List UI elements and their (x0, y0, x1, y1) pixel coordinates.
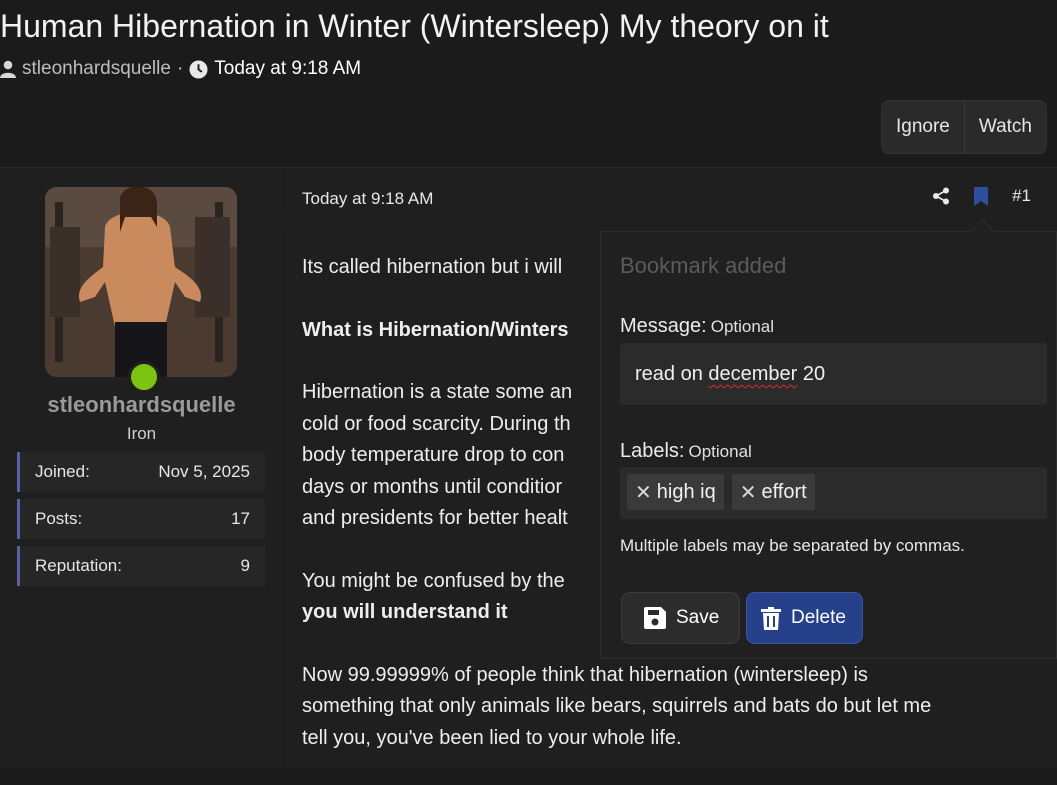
ignore-button[interactable]: Ignore (882, 101, 964, 153)
stat-value: 9 (240, 556, 250, 575)
tag-text: high iq (656, 480, 716, 503)
stat-label: Reputation: (35, 556, 122, 575)
message-label-text: Message: (620, 315, 707, 337)
watch-button[interactable]: Watch (963, 101, 1046, 153)
delete-button[interactable]: Delete (746, 592, 863, 644)
post-paragraph: Now 99.99999% of people think that hiber… (302, 660, 1022, 755)
save-label: Save (676, 607, 720, 628)
post-date[interactable]: Today at 9:18 AM (302, 189, 433, 209)
tag-text: effort (761, 480, 807, 503)
user-icon (0, 60, 16, 78)
thread-author-link[interactable]: stleonhardsquelle (22, 58, 171, 80)
thread-meta: stleonhardsquelle · Today at 9:18 AM (0, 58, 361, 80)
stat-posts: Posts: 17 (17, 499, 265, 539)
message-label: Message: Optional (620, 315, 774, 338)
post-line: body temperature drop to con (302, 444, 565, 466)
bookmark-message-input[interactable]: read on december 20 (620, 343, 1047, 405)
post-heading: What is Hibernation/Winters (302, 318, 569, 341)
post-number-link[interactable]: #1 (1012, 186, 1031, 206)
post-arrow (271, 206, 284, 232)
labels-hint: Multiple labels may be separated by comm… (620, 536, 965, 555)
misspelled-word: december (708, 363, 798, 385)
message-text: read on (635, 363, 709, 385)
bookmark-labels-input[interactable]: ✕ high iq ✕ effort (620, 467, 1047, 519)
online-status-indicator (128, 361, 160, 393)
user-rank: Iron (126, 424, 157, 443)
share-icon[interactable] (932, 187, 950, 205)
thread-title: Human Hibernation in Winter (Wintersleep… (0, 8, 829, 44)
post-line: cold or food scarcity. During th (302, 412, 571, 435)
stat-reputation: Reputation: 9 (17, 546, 265, 586)
labels-label-text: Labels: (620, 440, 685, 462)
bookmark-popup-title: Bookmark added (620, 253, 787, 278)
optional-hint: Optional (710, 317, 775, 336)
stat-label: Joined: (35, 462, 90, 481)
post-actions: #1 (932, 186, 1031, 206)
save-button[interactable]: Save (621, 592, 740, 644)
remove-tag-icon[interactable]: ✕ (740, 480, 757, 505)
post-line: tell you, you've been lied to your whole… (302, 726, 682, 749)
optional-hint: Optional (688, 442, 752, 461)
stat-value[interactable]: 17 (231, 509, 250, 529)
post-username[interactable]: stleonhardsquelle (0, 392, 283, 418)
stat-label: Posts: (35, 509, 83, 528)
meta-separator: · (176, 58, 184, 79)
stat-value: Nov 5, 2025 (158, 462, 250, 481)
bookmark-popup: Bookmark added Message: Optional read on … (600, 219, 1057, 659)
stat-joined: Joined: Nov 5, 2025 (17, 452, 265, 492)
thread-action-group: Ignore Watch (880, 100, 1047, 154)
bookmark-icon[interactable] (974, 186, 989, 206)
floppy-disk-icon (644, 607, 666, 629)
post-line: Now 99.99999% of people think that hiber… (302, 663, 868, 686)
post-user-column: stleonhardsquelle Iron Joined: Nov 5, 20… (0, 168, 283, 768)
thread-date[interactable]: Today at 9:18 AM (214, 58, 361, 80)
post-line: and presidents for better healt (302, 507, 568, 529)
message-text: 20 (797, 363, 826, 385)
user-stats: Joined: Nov 5, 2025 Posts: 17 Reputation… (17, 452, 265, 593)
clock-icon (189, 59, 208, 79)
labels-label: Labels: Optional (620, 440, 752, 463)
avatar[interactable] (45, 187, 237, 377)
label-tag: ✕ effort (731, 474, 815, 510)
trash-icon (761, 606, 781, 630)
delete-label: Delete (791, 607, 846, 628)
post-line: You might be confused by the (302, 569, 565, 592)
post-line: something that only animals like bears, … (302, 695, 932, 717)
label-tag: ✕ high iq (627, 474, 724, 510)
post-line: days or months until conditior (302, 475, 563, 498)
post-line: Hibernation is a state some an (302, 381, 573, 403)
remove-tag-icon[interactable]: ✕ (635, 480, 652, 505)
post-bold-line: you will understand it (302, 601, 508, 623)
